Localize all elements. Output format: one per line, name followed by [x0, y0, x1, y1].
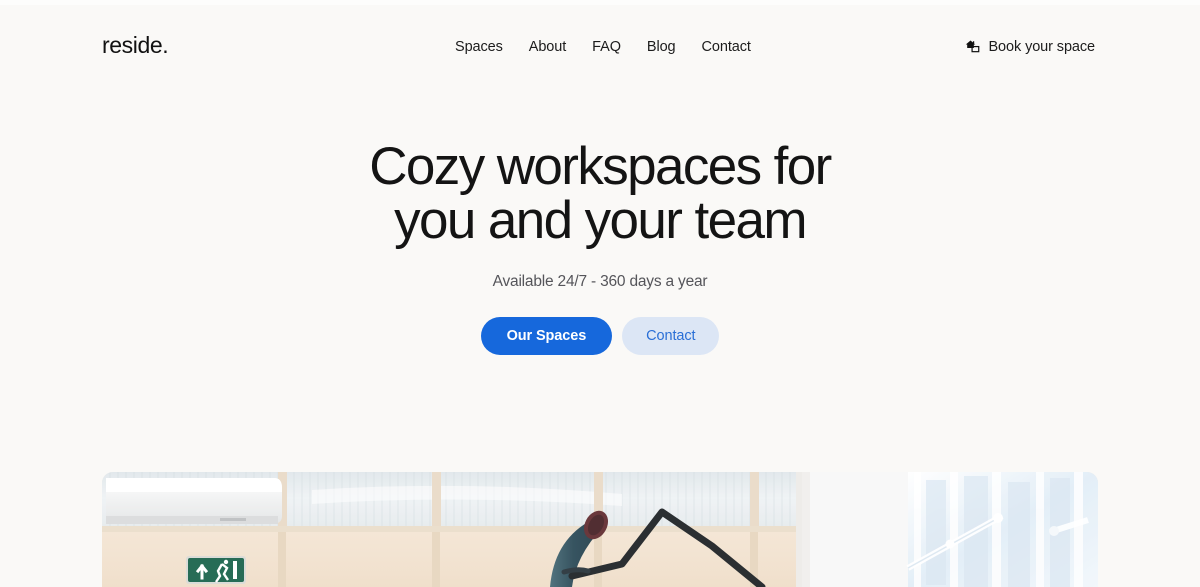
nav-item-spaces[interactable]: Spaces: [455, 39, 503, 56]
home-arrow-icon: [966, 40, 980, 53]
nav-item-blog[interactable]: Blog: [647, 39, 676, 56]
page-title: Cozy workspaces for you and your team: [0, 140, 1200, 248]
office-interior-illustration: [102, 472, 1098, 587]
landing-page: reside. Spaces About FAQ Blog Contact Bo…: [0, 0, 1200, 587]
brand-logo[interactable]: reside.: [102, 34, 169, 57]
book-your-space-button[interactable]: Book your space: [964, 38, 1095, 55]
hero-subheadline: Available 24/7 - 360 days a year: [492, 273, 708, 290]
hero-section: Cozy workspaces for you and your team Av…: [0, 140, 1200, 355]
site-header: reside. Spaces About FAQ Blog Contact Bo…: [0, 5, 1200, 89]
nav-item-contact[interactable]: Contact: [702, 39, 751, 56]
contact-button[interactable]: Contact: [622, 317, 720, 355]
hero-cta-row: Our Spaces Contact: [0, 317, 1200, 355]
nav-item-faq[interactable]: FAQ: [592, 39, 621, 56]
headline-line-1: Cozy workspaces for: [369, 137, 832, 196]
main-navigation: Spaces About FAQ Blog Contact: [455, 39, 751, 56]
nav-item-about[interactable]: About: [529, 39, 567, 56]
book-your-space-label: Book your space: [988, 38, 1095, 55]
our-spaces-button[interactable]: Our Spaces: [480, 317, 613, 355]
hero-image: [102, 472, 1098, 587]
headline-line-2: you and your team: [394, 191, 807, 250]
